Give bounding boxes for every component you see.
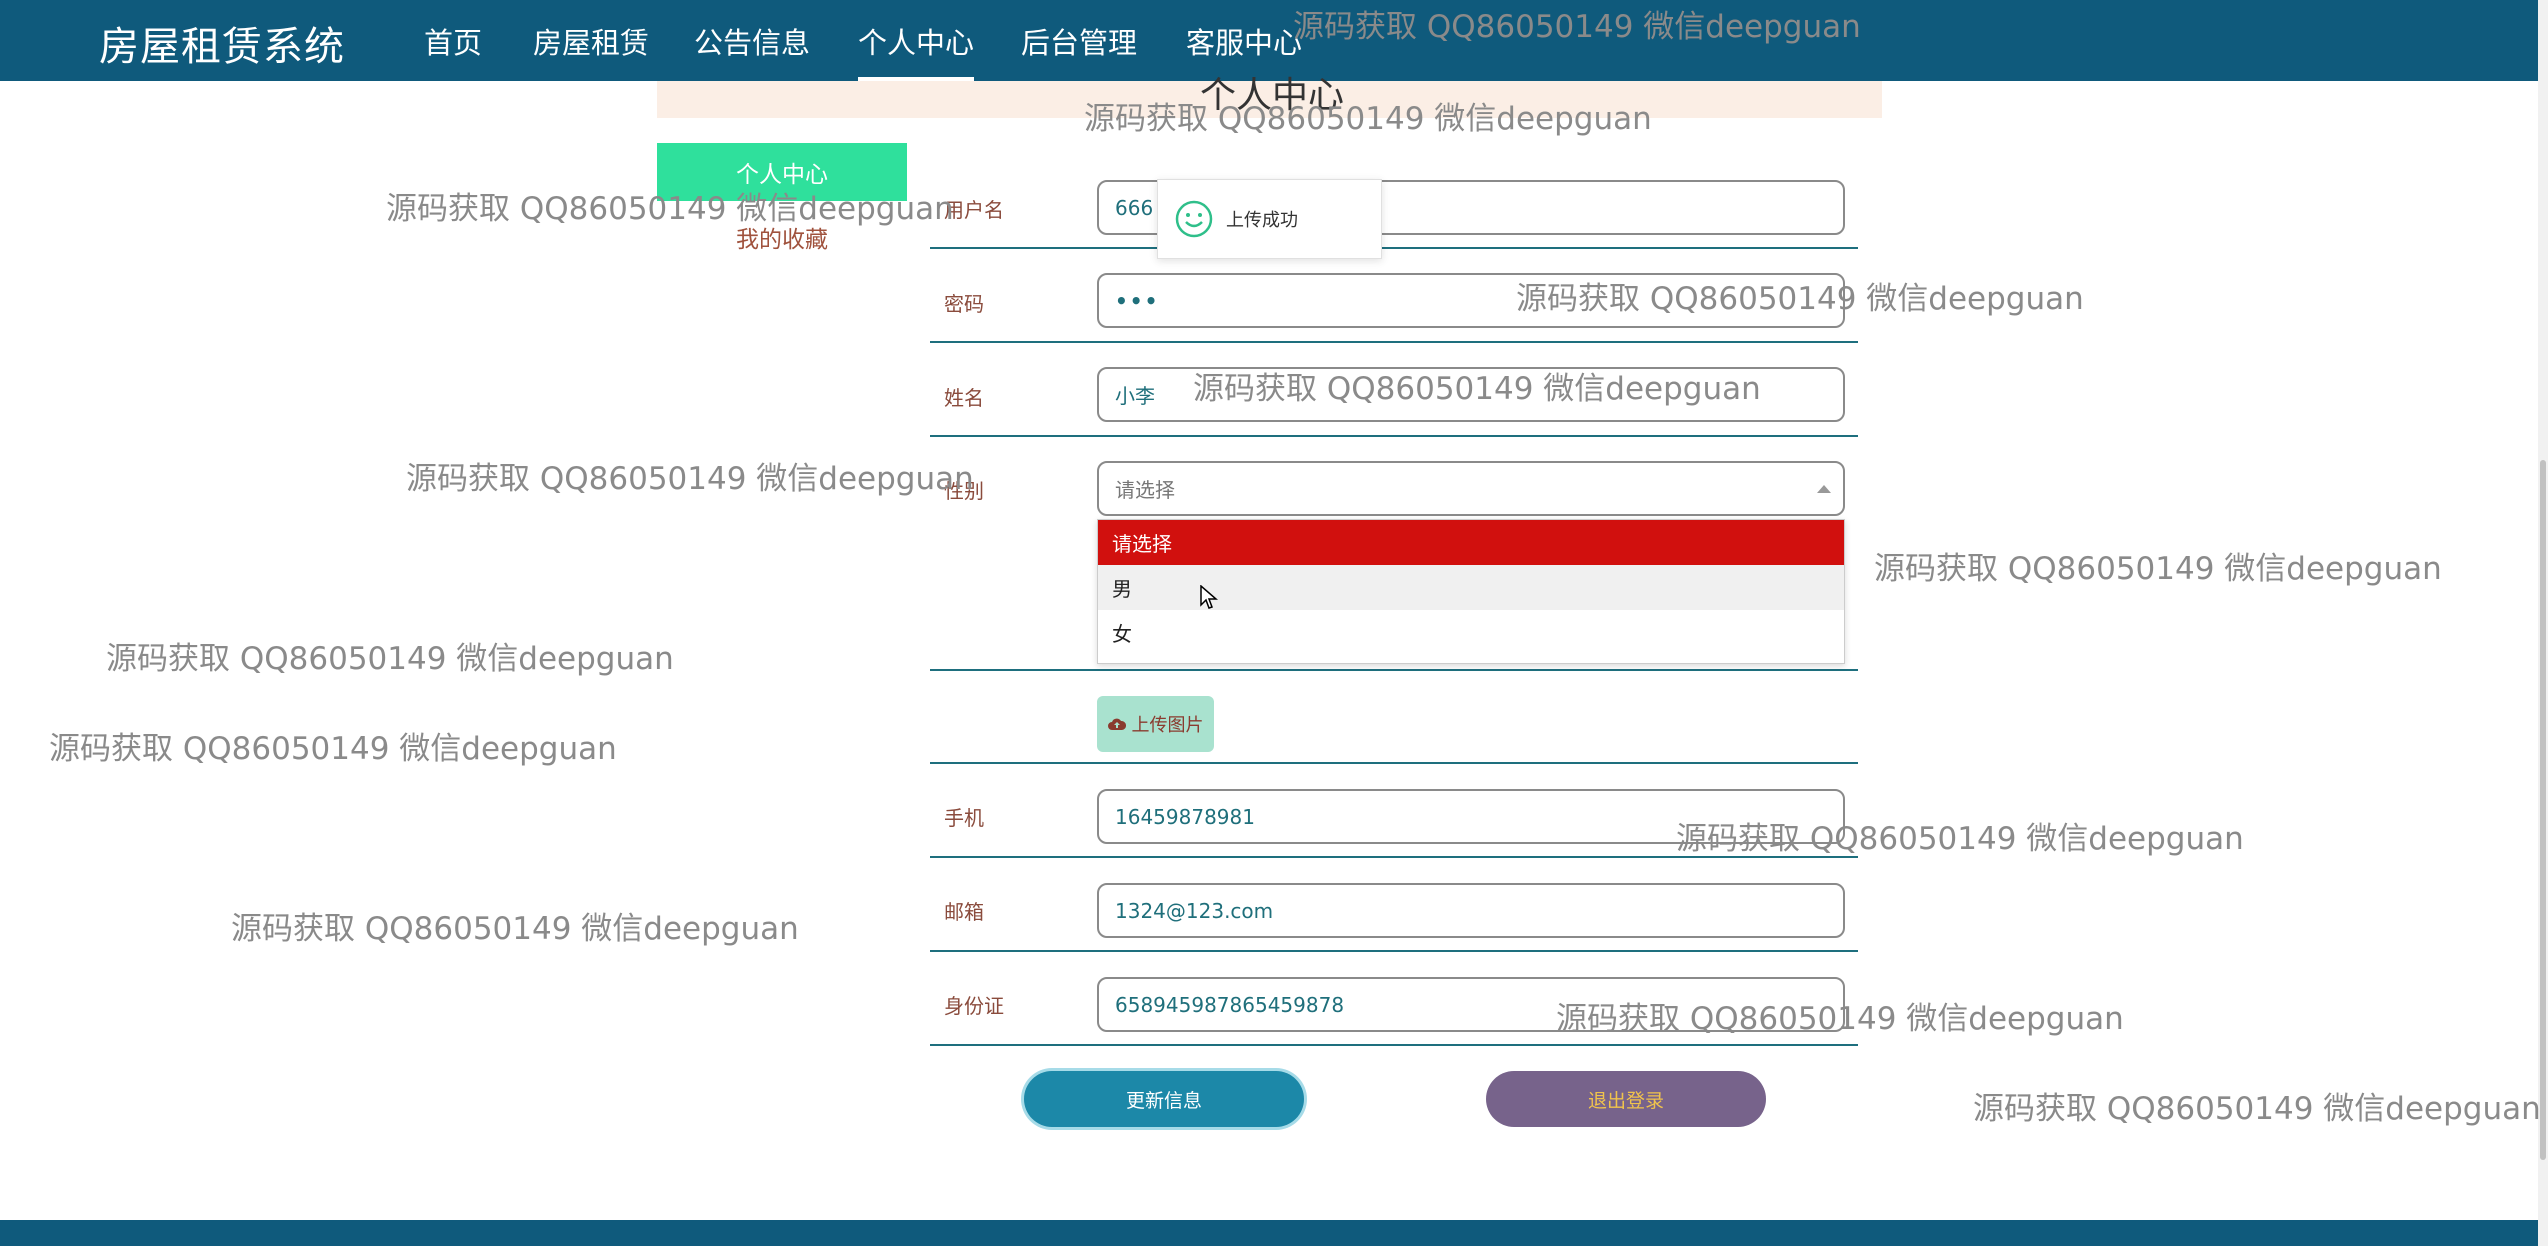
smiley-icon <box>1175 200 1213 238</box>
logout-button[interactable]: 退出登录 <box>1486 1071 1766 1127</box>
nav-admin[interactable]: 后台管理 <box>1021 20 1137 62</box>
watermark: 源码获取 QQ86050149 微信deepguan <box>49 731 617 767</box>
email-label: 邮箱 <box>944 900 984 924</box>
username-label: 用户名 <box>944 198 1004 222</box>
sidebar-item-favorites[interactable]: 我的收藏 <box>657 220 907 254</box>
nav-home[interactable]: 首页 <box>424 20 482 62</box>
cloud-upload-icon <box>1107 718 1126 730</box>
upload-image-button[interactable]: 上传图片 <box>1097 696 1214 752</box>
gender-option-placeholder[interactable]: 请选择 <box>1098 520 1844 565</box>
username-value: 666 <box>1115 195 1154 220</box>
nav-personal-center[interactable]: 个人中心 <box>858 20 975 81</box>
idcard-value: 658945987865459878 <box>1115 992 1345 1017</box>
name-label: 姓名 <box>944 386 984 410</box>
email-value: 1324@123.com <box>1115 898 1274 923</box>
watermark: 源码获取 QQ86050149 微信deepguan <box>406 461 974 497</box>
watermark: 源码获取 QQ86050149 微信deepguan <box>106 641 674 677</box>
footer-bar <box>0 1220 2548 1246</box>
phone-field[interactable]: 16459878981 <box>1097 789 1845 844</box>
name-value: 小李 <box>1115 384 1155 408</box>
password-label: 密码 <box>944 292 984 316</box>
idcard-label: 身份证 <box>944 994 1004 1018</box>
brand-title[interactable]: 房屋租赁系统 <box>99 14 345 72</box>
name-field[interactable]: 小李 <box>1097 367 1845 422</box>
watermark: 源码获取 QQ86050149 微信deepguan <box>1874 551 2442 587</box>
password-field[interactable]: ••• <box>1097 273 1845 328</box>
gender-option-female[interactable]: 女 <box>1098 610 1844 655</box>
phone-value: 16459878981 <box>1115 804 1255 829</box>
sidebar-item-personal-center[interactable]: 个人中心 <box>657 143 907 201</box>
gender-label: 性别 <box>944 479 984 503</box>
update-info-button[interactable]: 更新信息 <box>1024 1071 1304 1127</box>
nav-announcements[interactable]: 公告信息 <box>694 20 810 62</box>
row-upload <box>930 671 1858 764</box>
phone-label: 手机 <box>944 806 984 830</box>
upload-button-label: 上传图片 <box>1131 715 1204 736</box>
idcard-field[interactable]: 658945987865459878 <box>1097 977 1845 1032</box>
nav-rental[interactable]: 房屋租赁 <box>533 20 649 62</box>
mouse-cursor-icon <box>1200 585 1218 609</box>
toast-message: 上传成功 <box>1226 210 1298 231</box>
password-value: ••• <box>1115 288 1160 313</box>
nav-support[interactable]: 客服中心 <box>1186 20 1302 62</box>
gender-select-value: 请选择 <box>1115 478 1175 502</box>
watermark: 源码获取 QQ86050149 微信deepguan <box>231 911 799 947</box>
scrollbar-thumb[interactable] <box>2540 460 2546 1160</box>
watermark: 源码获取 QQ86050149 微信deepguan <box>1973 1091 2541 1127</box>
email-field[interactable]: 1324@123.com <box>1097 883 1845 938</box>
gender-select[interactable]: 请选择 <box>1097 461 1845 516</box>
page-title: 个人中心 <box>1200 75 1345 116</box>
select-arrow-icon <box>1817 485 1831 493</box>
upload-success-toast: 上传成功 <box>1157 179 1382 259</box>
